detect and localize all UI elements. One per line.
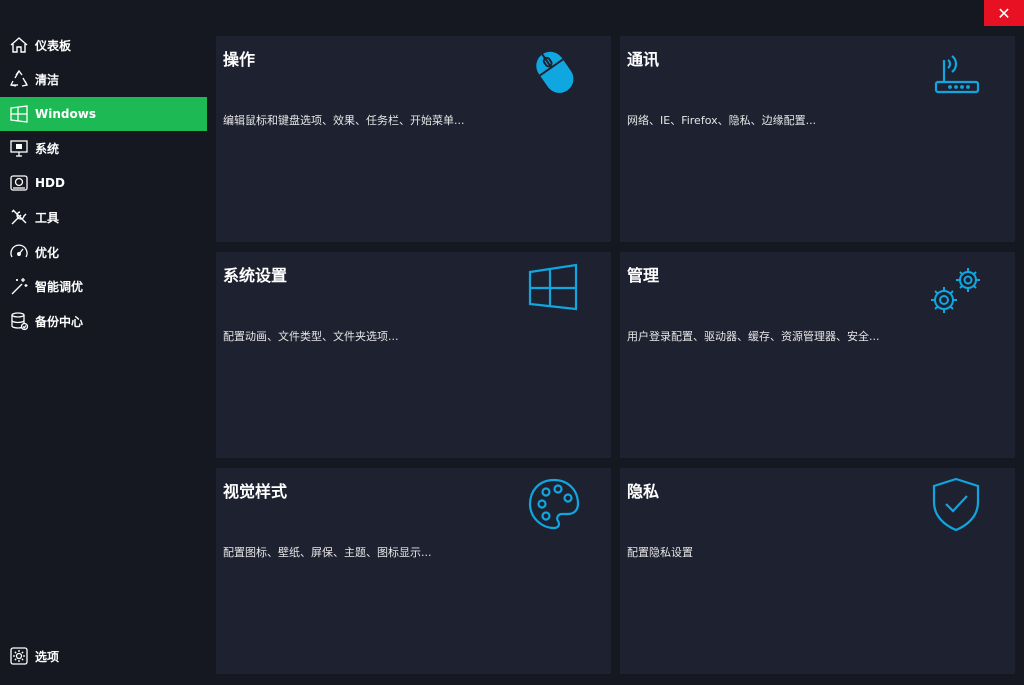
sidebar-item-smart-tune[interactable]: 智能调优 (0, 269, 207, 303)
gears-icon (926, 260, 986, 320)
card-description: 配置图标、壁纸、屏保、主题、图标显示... (223, 546, 432, 559)
card-management[interactable]: 管理 用户登录配置、驱动器、缓存、资源管理器、安全... (620, 252, 1015, 458)
palette-icon (526, 476, 582, 532)
card-description: 用户登录配置、驱动器、缓存、资源管理器、安全... (627, 330, 880, 343)
card-description: 编辑鼠标和键盘选项、效果、任务栏、开始菜单... (223, 114, 465, 127)
sidebar-item-label: 系统 (35, 141, 60, 156)
sidebar-item-label: HDD (35, 176, 65, 190)
card-title: 管理 (627, 266, 660, 285)
card-operation[interactable]: 操作 编辑鼠标和键盘选项、效果、任务栏、开始菜单... (216, 36, 611, 242)
windows-logo-icon (8, 103, 30, 125)
router-icon (928, 46, 984, 102)
card-title: 通讯 (627, 50, 660, 69)
sidebar-item-label: 工具 (35, 210, 60, 225)
close-button[interactable]: ✕ (984, 0, 1024, 26)
speedometer-icon (8, 241, 30, 263)
sidebar-item-system[interactable]: 系统 (0, 131, 207, 165)
sidebar-item-hdd[interactable]: HDD (0, 166, 207, 200)
sidebar-item-tools[interactable]: 工具 (0, 200, 207, 234)
sidebar-item-label: 清洁 (35, 72, 60, 87)
sidebar-item-label: 智能调优 (35, 279, 84, 294)
mouse-icon (528, 44, 584, 100)
sidebar-item-options[interactable]: 选项 (0, 639, 207, 673)
main-panel: 操作 编辑鼠标和键盘选项、效果、任务栏、开始菜单... 通讯 网络、IE、Fir… (207, 28, 1024, 685)
sidebar-item-label: Windows (35, 107, 96, 121)
home-icon (8, 34, 30, 56)
card-description: 网络、IE、Firefox、隐私、边缘配置... (627, 114, 817, 127)
sidebar-item-label: 仪表板 (35, 38, 72, 53)
tools-icon (8, 206, 30, 228)
card-title: 隐私 (627, 482, 660, 501)
magic-wand-icon (8, 275, 30, 297)
card-privacy[interactable]: 隐私 配置隐私设置 (620, 468, 1015, 674)
sidebar-item-label: 备份中心 (35, 314, 84, 329)
card-title: 系统设置 (223, 266, 288, 285)
shield-check-icon (928, 476, 984, 532)
sidebar-item-optimize[interactable]: 优化 (0, 235, 207, 269)
sidebar: 仪表板 清洁 Windows 系统 HDD 工具 优化 智能调优 备份中心 选项 (0, 28, 207, 685)
sidebar-item-label: 优化 (35, 245, 60, 260)
hard-drive-icon (8, 172, 30, 194)
sidebar-item-dashboard[interactable]: 仪表板 (0, 28, 207, 62)
sidebar-item-windows[interactable]: Windows (0, 97, 207, 131)
recycle-icon (8, 68, 30, 90)
card-visual-style[interactable]: 视觉样式 配置图标、壁纸、屏保、主题、图标显示... (216, 468, 611, 674)
card-description: 配置隐私设置 (627, 546, 693, 559)
sidebar-item-label: 选项 (35, 649, 60, 664)
card-title: 视觉样式 (223, 482, 288, 501)
card-system-settings[interactable]: 系统设置 配置动画、文件类型、文件夹选项... (216, 252, 611, 458)
close-icon: ✕ (997, 3, 1011, 23)
card-communication[interactable]: 通讯 网络、IE、Firefox、隐私、边缘配置... (620, 36, 1015, 242)
settings-icon (8, 645, 30, 667)
title-bar: ✕ (0, 0, 1024, 28)
database-icon (8, 310, 30, 332)
windows-logo-icon (526, 260, 582, 316)
sidebar-item-backup[interactable]: 备份中心 (0, 304, 207, 338)
sidebar-item-clean[interactable]: 清洁 (0, 62, 207, 96)
card-description: 配置动画、文件类型、文件夹选项... (223, 330, 399, 343)
monitor-icon (8, 137, 30, 159)
card-title: 操作 (223, 50, 256, 69)
